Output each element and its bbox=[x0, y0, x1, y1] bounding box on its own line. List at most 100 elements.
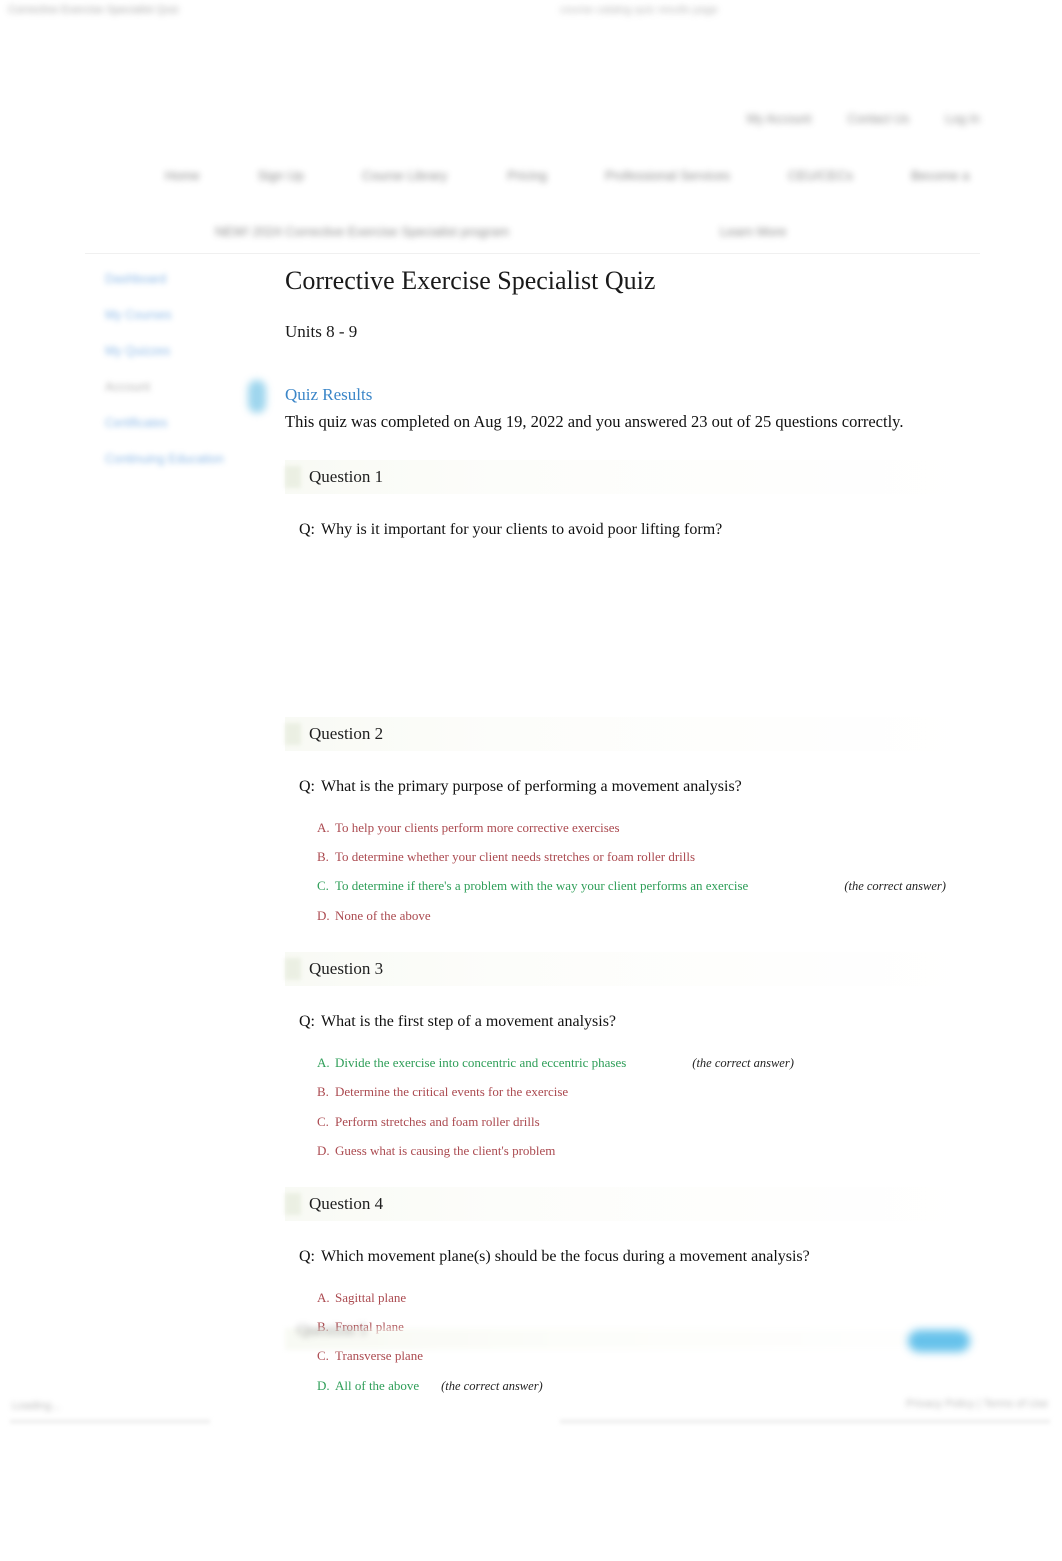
answer-option-correct: C. To determine if there's a problem wit… bbox=[317, 878, 980, 895]
utility-nav: My Account Contact Us Log In bbox=[747, 112, 980, 126]
answer-text: To help your clients perform more correc… bbox=[335, 819, 620, 835]
sidebar-item-certificates[interactable]: Certificates bbox=[105, 416, 275, 430]
question-label: Question 5 bbox=[297, 1322, 367, 1339]
answer-text: To determine if there's a problem with t… bbox=[335, 878, 749, 894]
question-header-band bbox=[285, 460, 975, 495]
question-prefix: Q: bbox=[299, 777, 315, 795]
quiz-results-heading: Quiz Results bbox=[285, 384, 373, 404]
quiz-content: Corrective Exercise Specialist Quiz Unit… bbox=[285, 265, 980, 1407]
quiz-units-label: Units 8 - 9 bbox=[285, 322, 358, 342]
sidebar-item-continuing-education[interactable]: Continuing Education bbox=[105, 452, 275, 466]
question-header: Question 2 bbox=[285, 716, 980, 751]
chat-widget-button[interactable] bbox=[908, 1330, 970, 1352]
answer-option: B. Determine the critical events for the… bbox=[317, 1084, 980, 1100]
answer-option: D. Guess what is causing the client's pr… bbox=[317, 1143, 980, 1159]
nav-item-become-a[interactable]: Become a bbox=[911, 168, 970, 183]
answer-text: Determine the critical events for the ex… bbox=[335, 1084, 569, 1100]
question-marker-icon bbox=[285, 466, 301, 489]
answer-letter: B. bbox=[317, 848, 329, 864]
answer-list: A. Divide the exercise into concentric a… bbox=[317, 1055, 980, 1159]
answer-text: All of the above bbox=[335, 1377, 420, 1393]
question-block: Question 4 Q: Which movement plane(s) sho… bbox=[285, 1187, 980, 1394]
answer-letter: C. bbox=[317, 878, 329, 894]
answer-letter: A. bbox=[317, 819, 330, 835]
nav-item-sign-up[interactable]: Sign Up bbox=[258, 168, 304, 183]
question-label: Question 2 bbox=[309, 723, 384, 743]
question-header-band bbox=[285, 1328, 975, 1350]
question-text: Q: What is the primary purpose of perform… bbox=[299, 777, 980, 798]
answer-option: B. To determine whether your client need… bbox=[317, 849, 980, 865]
footer-links: Privacy Policy | Terms of Use bbox=[905, 1398, 1048, 1410]
answer-list: A. To help your clients perform more cor… bbox=[317, 820, 980, 924]
nav-item-home[interactable]: Home bbox=[165, 168, 200, 183]
nav-item-professional-services[interactable]: Professional Services bbox=[605, 168, 730, 183]
quiz-results-page: Corrective Exercise Specialist Quiz cour… bbox=[0, 0, 1062, 1561]
question-body: Which movement plane(s) should be the fo… bbox=[321, 1248, 810, 1266]
answer-text: To determine whether your client needs s… bbox=[335, 848, 696, 864]
account-sidebar: Dashboard My Courses My Quizzes Account … bbox=[105, 272, 275, 488]
question-label: Question 4 bbox=[309, 1194, 384, 1214]
correct-answer-note: (the correct answer) bbox=[441, 1378, 543, 1393]
answer-letter: A. bbox=[317, 1289, 330, 1305]
promo-learn-more-link[interactable]: Learn More bbox=[720, 224, 786, 239]
notification-badge-icon[interactable] bbox=[248, 380, 266, 413]
browser-address-bar[interactable]: course catalog quiz results page bbox=[560, 4, 718, 16]
nav-item-pricing[interactable]: Pricing bbox=[507, 168, 547, 183]
nav-item-ceu-cecs[interactable]: CEU/CECs bbox=[788, 168, 853, 183]
answer-letter: A. bbox=[317, 1054, 330, 1070]
nav-item-course-library[interactable]: Course Library bbox=[362, 168, 447, 183]
question-header-next: Question 5 bbox=[285, 1322, 975, 1352]
question-marker-icon bbox=[285, 1193, 301, 1216]
answer-letter: D. bbox=[317, 1377, 330, 1393]
answer-option-correct: D. All of the above (the correct answer) bbox=[317, 1378, 980, 1395]
question-body: Why is it important for your clients to … bbox=[321, 521, 723, 539]
question-body: What is the primary purpose of performin… bbox=[321, 777, 742, 795]
question-marker-icon bbox=[285, 957, 301, 980]
correct-answer-note: (the correct answer) bbox=[692, 1055, 794, 1070]
question-block: Question 1 Q: Why is it important for you… bbox=[285, 460, 980, 689]
answer-option: A. Sagittal plane bbox=[317, 1290, 980, 1306]
question-prefix: Q: bbox=[299, 521, 315, 539]
sidebar-item-my-courses[interactable]: My Courses bbox=[105, 308, 275, 322]
answer-text: Guess what is causing the client's probl… bbox=[335, 1142, 556, 1158]
answer-letter: C. bbox=[317, 1113, 329, 1129]
answer-text: None of the above bbox=[335, 907, 431, 923]
answer-letter: D. bbox=[317, 1142, 330, 1158]
page-title: Corrective Exercise Specialist Quiz bbox=[285, 266, 656, 295]
question-label: Question 3 bbox=[309, 958, 384, 978]
question-block: Question 2 Q: What is the primary purpose… bbox=[285, 716, 980, 924]
sidebar-item-my-quizzes[interactable]: My Quizzes bbox=[105, 344, 275, 358]
browser-chrome: Corrective Exercise Specialist Quiz cour… bbox=[0, 0, 1062, 28]
question-header: Question 1 bbox=[285, 460, 980, 495]
question-body: What is the first step of a movement ana… bbox=[321, 1012, 617, 1030]
question-header-band bbox=[285, 716, 975, 751]
correct-answer-note: (the correct answer) bbox=[844, 879, 946, 894]
question-header: Question 3 bbox=[285, 951, 980, 986]
answer-option: A. To help your clients perform more cor… bbox=[317, 820, 980, 836]
answer-letter: B. bbox=[317, 1084, 329, 1100]
footer-divider-right bbox=[560, 1420, 1050, 1423]
answer-text: Perform stretches and foam roller drills bbox=[335, 1113, 540, 1129]
quiz-results-summary: This quiz was completed on Aug 19, 2022 … bbox=[285, 411, 904, 431]
answer-letter: D. bbox=[317, 907, 330, 923]
question-text: Q: Which movement plane(s) should be the … bbox=[299, 1247, 980, 1268]
question-marker-icon bbox=[285, 722, 301, 745]
question-label: Question 1 bbox=[309, 467, 384, 487]
answer-option-correct: A. Divide the exercise into concentric a… bbox=[317, 1055, 980, 1072]
utility-nav-item-log-in[interactable]: Log In bbox=[945, 112, 980, 126]
question-block: Question 3 Q: What is the first step of a… bbox=[285, 951, 980, 1159]
sidebar-item-dashboard[interactable]: Dashboard bbox=[105, 272, 275, 286]
question-header-band bbox=[285, 1187, 975, 1222]
footer-divider-left bbox=[10, 1420, 210, 1423]
header-divider bbox=[85, 253, 980, 254]
question-text: Q: What is the first step of a movement a… bbox=[299, 1012, 980, 1033]
answer-option: D. None of the above bbox=[317, 908, 980, 924]
utility-nav-item-contact-us[interactable]: Contact Us bbox=[847, 112, 909, 126]
answer-text: Sagittal plane bbox=[335, 1289, 407, 1305]
browser-tab-title[interactable]: Corrective Exercise Specialist Quiz bbox=[8, 4, 179, 16]
main-nav: Home Sign Up Course Library Pricing Prof… bbox=[85, 168, 985, 183]
question-prefix: Q: bbox=[299, 1248, 315, 1266]
promo-bar: NEW! 2024 Corrective Exercise Specialist… bbox=[85, 218, 985, 244]
utility-nav-item-my-account[interactable]: My Account bbox=[747, 112, 812, 126]
question-prefix: Q: bbox=[299, 1012, 315, 1030]
